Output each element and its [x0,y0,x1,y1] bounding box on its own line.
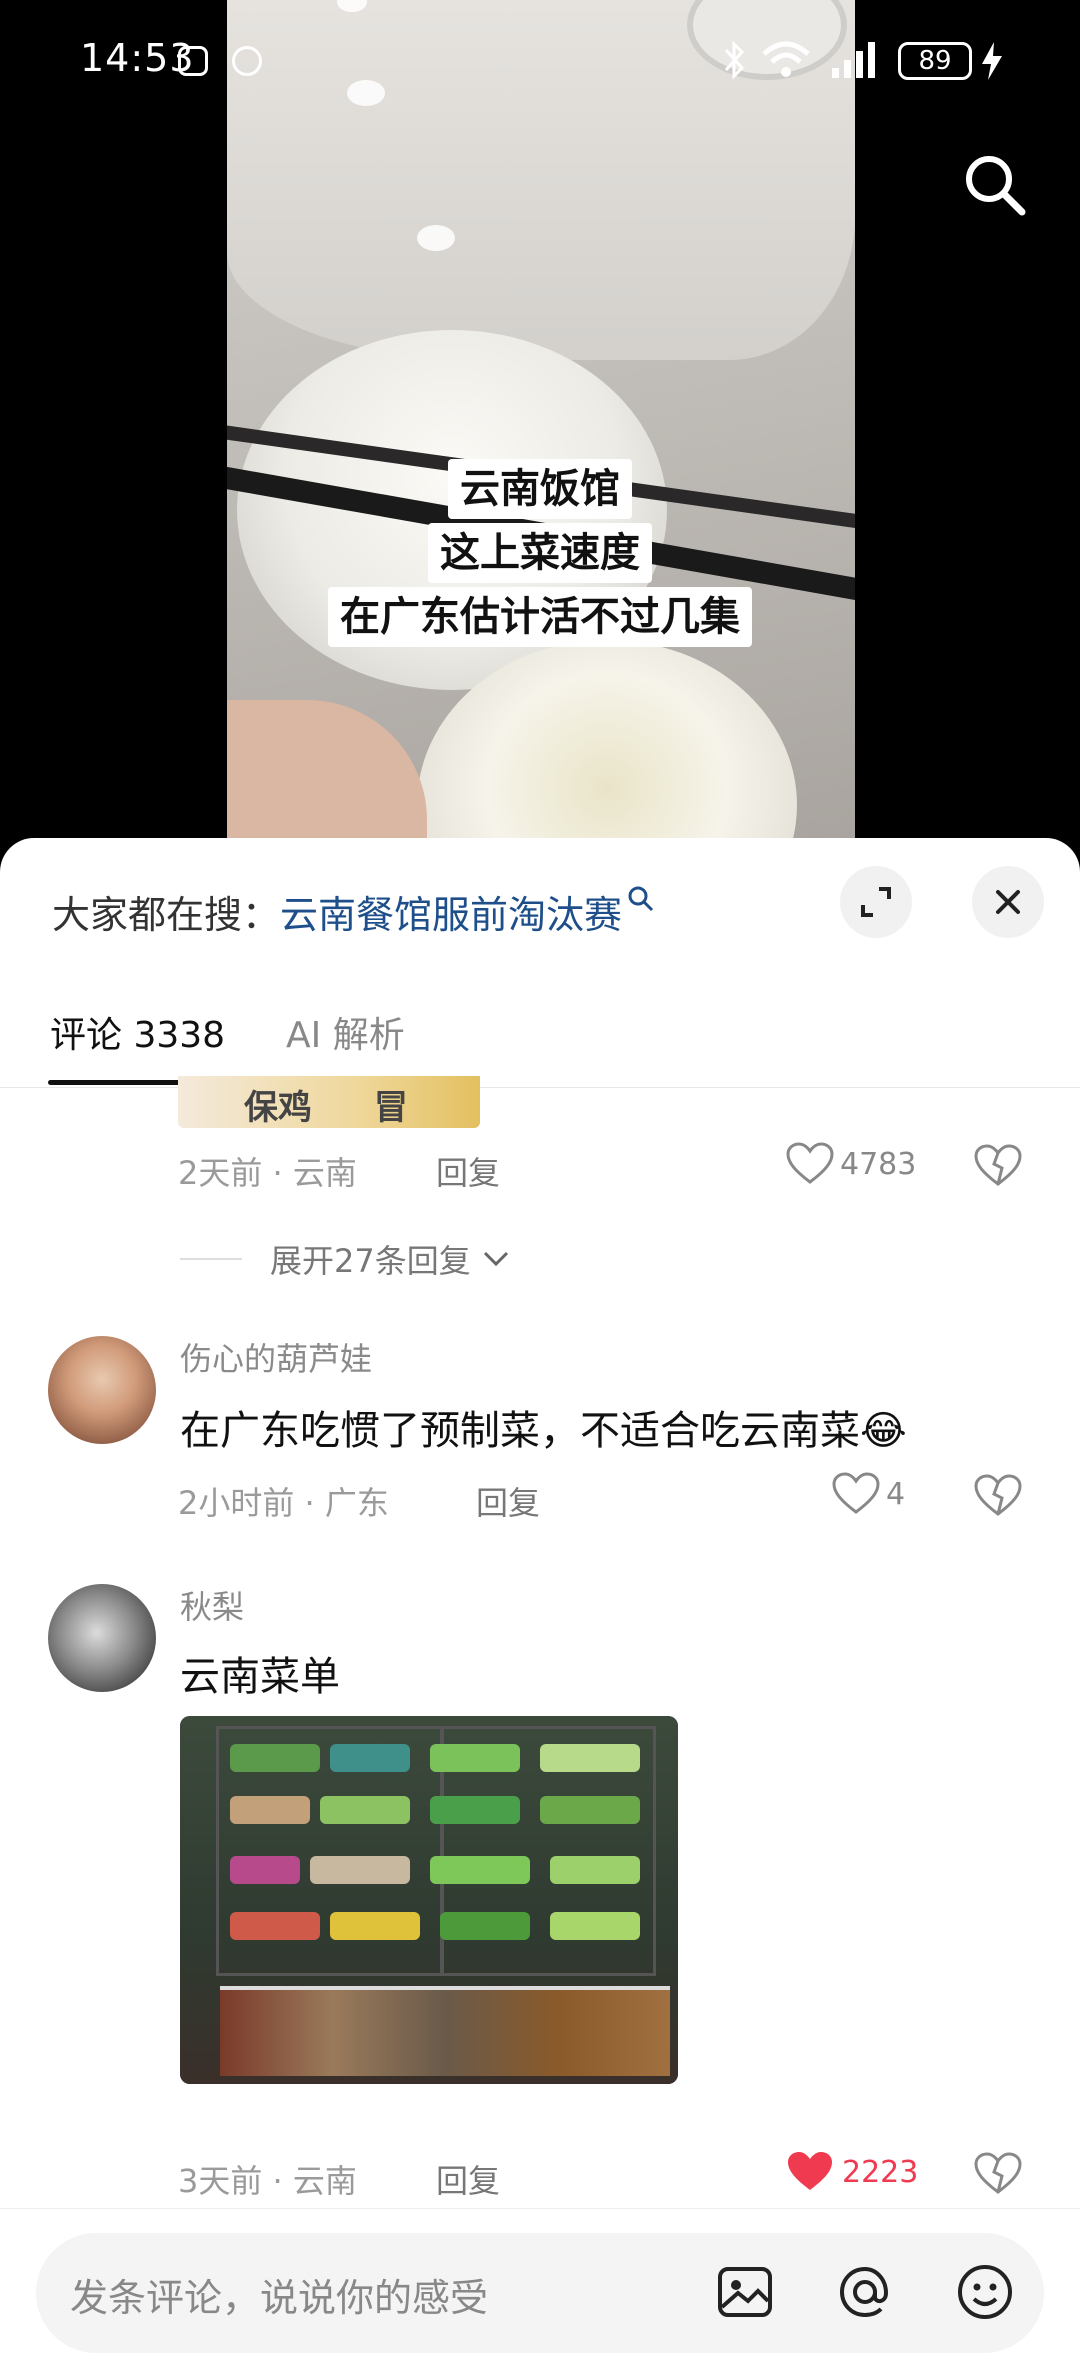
close-button[interactable] [972,866,1044,938]
shelf [230,1912,650,1956]
hot-search-prefix: 大家都在搜： [52,893,281,937]
shelf [230,1856,650,1900]
expand-icon [861,887,891,917]
comment-image[interactable] [180,1716,678,2084]
like-button[interactable]: 4 [832,1472,905,1516]
expand-sheet-button[interactable] [840,866,912,938]
app-notification-icon [178,46,208,76]
heart-filled-icon [788,2152,832,2190]
comment-text: 在广东吃惯了预制菜，不适合吃云南菜😂 [180,1398,907,1456]
status-bar: 14:53 89 [0,0,1080,120]
comment-text: 云南菜单 [180,1654,340,1700]
like-count: 4 [886,1476,906,1512]
like-button[interactable]: 4783 [786,1142,916,1186]
caption-line: 云南饭馆 [448,459,632,519]
divider [180,1258,242,1260]
reply-button[interactable]: 回复 [436,1148,500,1194]
search-icon [628,886,654,912]
comment-meta: 2天前 · 云南 [178,1154,357,1192]
comment-username[interactable]: 秋梨 [180,1582,244,1628]
caption-line: 这上菜速度 [428,523,652,583]
charging-icon [982,42,1002,80]
app-notification-icon [232,46,262,76]
emoji-icon[interactable] [952,2259,1018,2325]
dislike-icon[interactable] [974,1474,1022,1518]
video-caption: 云南饭馆 这上菜速度 在广东估计活不过几集 [0,455,1080,647]
hot-search-banner[interactable]: 大家都在搜：云南餐馆服前淘汰赛 [52,884,656,939]
comment-sheet: 大家都在搜：云南餐馆服前淘汰赛 评论 3338 AI 解析 保鸡 冒 2天前 ·… [0,838,1080,2373]
comment-input-bar: 发条评论，说说你的感受 [0,2208,1080,2373]
comment-username[interactable]: 伤心的葫芦娃 [180,1334,372,1380]
expand-replies-button[interactable]: 展开27条回复 [270,1236,511,1282]
dislike-icon[interactable] [974,2152,1022,2196]
comment-input[interactable]: 发条评论，说说你的感受 [36,2233,1044,2353]
dislike-icon[interactable] [974,1144,1022,1188]
tab-ai-analysis[interactable]: AI 解析 [286,1006,405,1058]
comment-meta: 3天前 · 云南 [178,2162,357,2200]
heart-icon [832,1472,880,1514]
video-frame [227,0,855,840]
hot-search-keyword[interactable]: 云南餐馆服前淘汰赛 [280,893,622,937]
caption-line: 在广东估计活不过几集 [328,587,752,647]
like-count: 4783 [840,1146,917,1182]
reply-button[interactable]: 回复 [476,1478,540,1524]
bluetooth-icon [724,40,745,80]
image-text: 保鸡 [244,1088,312,1128]
image-text: 冒 [374,1088,408,1128]
light-reflection [417,225,455,251]
tab-bar: 评论 3338 AI 解析 [0,988,1080,1088]
reply-button[interactable]: 回复 [436,2156,500,2202]
mention-icon[interactable] [832,2259,898,2325]
comment-input-placeholder: 发条评论，说说你的感受 [70,2276,489,2320]
hand [227,700,427,840]
comment-meta: 2小时前 · 广东 [178,1484,389,1522]
battery-indicator: 89 [898,42,972,80]
image-icon[interactable] [712,2259,778,2325]
laughing-emoji-icon: 😂 [860,1408,907,1454]
shelf [230,1744,650,1788]
like-button[interactable]: 2223 [786,2150,918,2194]
like-count: 2223 [842,2154,919,2190]
wifi-icon [762,41,810,77]
comment-text-body: 在广东吃惯了预制菜，不适合吃云南菜 [180,1408,860,1454]
chevron-down-icon [483,1251,508,1267]
shelf [230,1796,650,1840]
tab-comments[interactable]: 评论 3338 [50,1006,225,1058]
heart-icon [786,1142,834,1184]
video-player[interactable]: 云南饭馆 这上菜速度 在广东估计活不过几集 [0,0,1080,840]
avatar[interactable] [48,1336,156,1444]
search-icon[interactable] [960,150,1030,220]
close-icon [996,890,1020,914]
comment-image[interactable]: 保鸡 冒 [178,1076,480,1128]
expand-replies-label: 展开27条回复 [270,1242,471,1280]
signal-icon [832,42,875,78]
avatar[interactable] [48,1584,156,1692]
